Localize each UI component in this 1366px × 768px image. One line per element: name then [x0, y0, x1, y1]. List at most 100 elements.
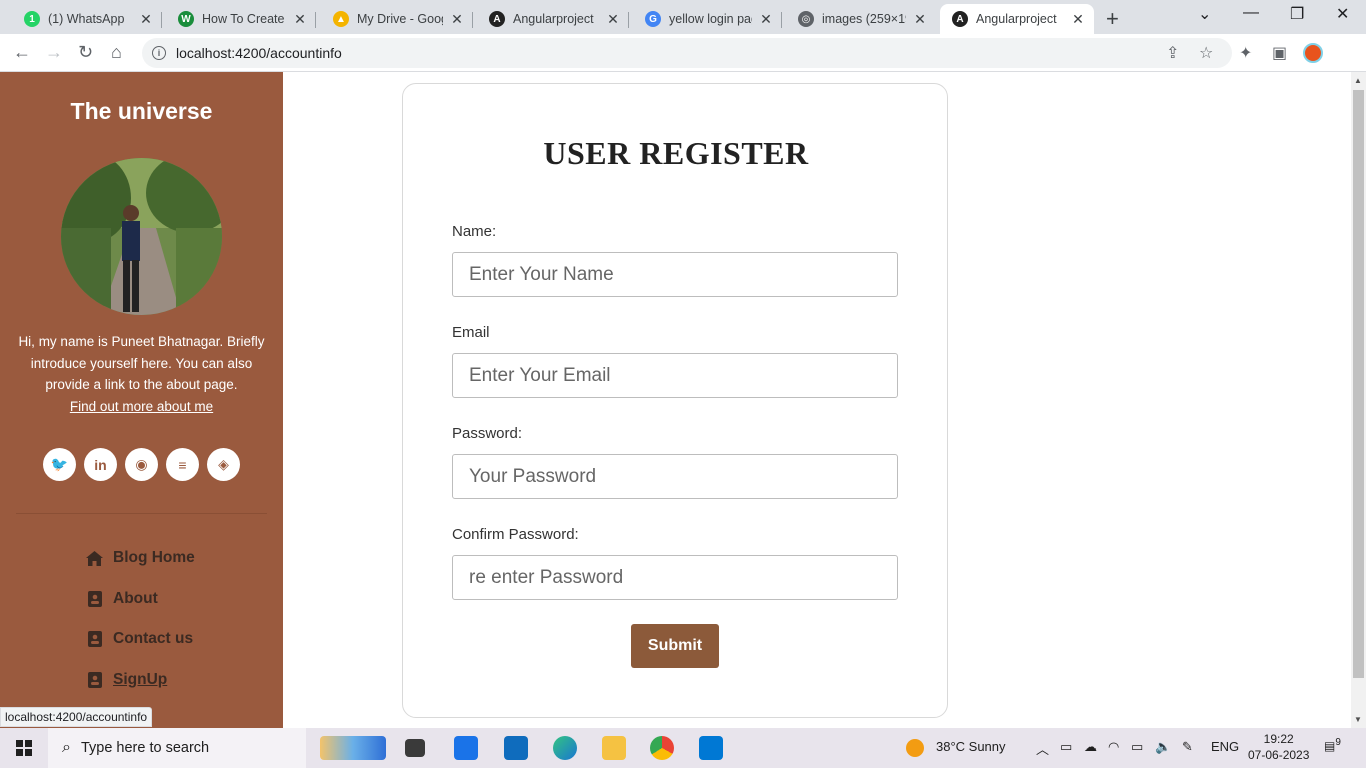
sidebar-item-about[interactable]: About	[86, 579, 195, 620]
sidebar: The universe Hi, my name is Puneet Bhatn…	[0, 72, 283, 728]
mail-icon[interactable]	[504, 736, 528, 760]
windows-start-icon[interactable]	[16, 740, 32, 756]
contact-card-icon	[86, 671, 103, 688]
close-tab-icon[interactable]: ✕	[449, 11, 465, 28]
browser-tab[interactable]: W How To Create a ✕	[166, 4, 316, 34]
tab-separator	[161, 12, 162, 28]
confirm-password-input[interactable]	[452, 555, 898, 600]
submit-button[interactable]: Submit	[631, 624, 719, 668]
search-highlights-icon[interactable]	[320, 736, 386, 760]
clock-time: 19:22	[1263, 732, 1294, 746]
cloud-offline-icon[interactable]: ☁	[1084, 739, 1097, 755]
taskbar-search-box[interactable]: ⌕ Type here to search	[48, 728, 306, 768]
pen-icon[interactable]: ✎	[1182, 739, 1193, 755]
social-links: 🐦 in ◉ ≡ ◈	[43, 448, 240, 481]
taskbar-search-placeholder: Type here to search	[80, 740, 210, 756]
close-window-button[interactable]: ✕	[1336, 4, 1349, 24]
sidebar-item-signup[interactable]: SignUp	[86, 660, 195, 701]
site-info-icon[interactable]: i	[152, 46, 166, 60]
vscode-icon[interactable]	[699, 736, 723, 760]
contact-card-icon	[86, 590, 103, 607]
weather-sun-icon[interactable]	[906, 739, 924, 757]
close-tab-icon[interactable]: ✕	[292, 11, 308, 28]
language-indicator[interactable]: ENG	[1211, 739, 1239, 754]
sidebar-item-contact-us[interactable]: Contact us	[86, 619, 195, 660]
browser-tab[interactable]: A Angularproject ✕	[477, 4, 629, 34]
edge-icon[interactable]	[553, 736, 577, 760]
contact-card-icon	[86, 631, 103, 648]
scroll-up-arrow-icon[interactable]: ▲	[1354, 76, 1362, 85]
reload-icon[interactable]: ↻	[78, 42, 93, 63]
link-status-bar: localhost:4200/accountinfo	[0, 707, 153, 727]
close-tab-icon[interactable]: ✕	[605, 11, 621, 28]
maximize-button[interactable]: ❐	[1290, 4, 1304, 24]
about-link[interactable]: Find out more about me	[14, 396, 269, 418]
volume-icon[interactable]: 🔈	[1155, 739, 1171, 755]
address-bar[interactable]: i localhost:4200/accountinfo	[142, 38, 1232, 68]
sidebar-item-label: SignUp	[113, 670, 168, 688]
stackoverflow-icon[interactable]: ≡	[166, 448, 199, 481]
email-input[interactable]	[452, 353, 898, 398]
forward-icon[interactable]: →	[45, 42, 63, 63]
close-tab-icon[interactable]: ✕	[1070, 11, 1086, 28]
sidebar-item-label: Contact us	[113, 630, 194, 648]
microsoft-store-icon[interactable]	[454, 736, 478, 760]
scrollbar-thumb[interactable]	[1353, 90, 1364, 678]
browser-tab[interactable]: Gyellow login pag ✕	[633, 4, 782, 34]
sidebar-item-label: Blog Home	[113, 549, 195, 567]
tray-chevron-icon[interactable]: ︿	[1036, 739, 1049, 758]
new-tab-button[interactable]: +	[1106, 6, 1119, 32]
file-explorer-icon[interactable]	[602, 736, 626, 760]
home-icon[interactable]: ⌂	[111, 42, 122, 63]
linkedin-icon[interactable]: in	[84, 448, 117, 481]
profile-avatar[interactable]	[1303, 43, 1323, 63]
github-icon[interactable]: ◉	[125, 448, 158, 481]
close-tab-icon[interactable]: ✕	[758, 11, 774, 28]
angular-icon: A	[489, 11, 505, 27]
profile-photo	[61, 158, 222, 315]
name-label: Name:	[452, 223, 497, 240]
minimize-button[interactable]: —	[1243, 4, 1259, 22]
password-input[interactable]	[452, 454, 898, 499]
intro-text-block: Hi, my name is Puneet Bhatnagar. Briefly…	[14, 331, 269, 417]
page-scrollbar[interactable]: ▲ ▼	[1351, 72, 1366, 728]
battery-icon[interactable]: ▭	[1131, 739, 1143, 755]
browser-tab[interactable]: ◎ images (259×19 ✕	[786, 4, 936, 34]
page-content: The universe Hi, my name is Puneet Bhatn…	[0, 72, 1351, 728]
weather-text[interactable]: 38°C Sunny	[936, 739, 1006, 754]
whatsapp-icon: 1	[24, 11, 40, 27]
task-view-icon[interactable]	[405, 739, 425, 757]
close-tab-icon[interactable]: ✕	[912, 11, 928, 28]
meet-icon[interactable]: ▭	[1060, 739, 1072, 755]
share-icon[interactable]: ⇪	[1166, 43, 1179, 63]
clock-date: 07-06-2023	[1248, 748, 1310, 762]
browser-tab[interactable]: ▲ My Drive - Goog ✕	[321, 4, 473, 34]
codepen-icon[interactable]: ◈	[207, 448, 240, 481]
chrome-icon[interactable]	[650, 736, 674, 760]
extensions-icon[interactable]: ✦	[1239, 43, 1252, 63]
browser-tab[interactable]: 1 (1) WhatsApp ✕	[12, 4, 162, 34]
brand-title[interactable]: The universe	[0, 98, 283, 125]
confirm-password-label: Confirm Password:	[452, 526, 579, 543]
close-tab-icon[interactable]: ✕	[138, 11, 154, 28]
globe-icon: ◎	[798, 11, 814, 27]
intro-text: Hi, my name is Puneet Bhatnagar. Briefly…	[18, 334, 265, 392]
tab-separator	[472, 12, 473, 28]
notifications-icon[interactable]: ▤9	[1324, 737, 1341, 753]
twitter-icon[interactable]: 🐦	[43, 448, 76, 481]
back-icon[interactable]: ←	[13, 42, 31, 63]
windows-taskbar: ⌕ Type here to search 38°C Sunny ︿ ▭ ☁ ◠…	[0, 728, 1366, 768]
tab-search-chevron-icon[interactable]: ⌄	[1198, 4, 1211, 24]
taskbar-clock[interactable]: 19:22 07-06-2023	[1248, 731, 1309, 763]
side-panel-icon[interactable]: ▣	[1272, 43, 1287, 63]
scroll-down-arrow-icon[interactable]: ▼	[1354, 715, 1362, 724]
bookmark-star-icon[interactable]: ☆	[1199, 43, 1213, 63]
browser-tab-strip: 1 (1) WhatsApp ✕ W How To Create a ✕ ▲ My Drive…	[0, 0, 1366, 34]
browser-tab[interactable]: A Angularproject ✕	[940, 4, 1094, 34]
sidebar-item-blog-home[interactable]: Blog Home	[86, 538, 195, 579]
form-title: USER REGISTER	[543, 135, 809, 171]
name-input[interactable]	[452, 252, 898, 297]
sidebar-item-label: About	[113, 589, 158, 607]
wifi-icon[interactable]: ◠	[1108, 739, 1119, 755]
tab-separator	[315, 12, 316, 28]
